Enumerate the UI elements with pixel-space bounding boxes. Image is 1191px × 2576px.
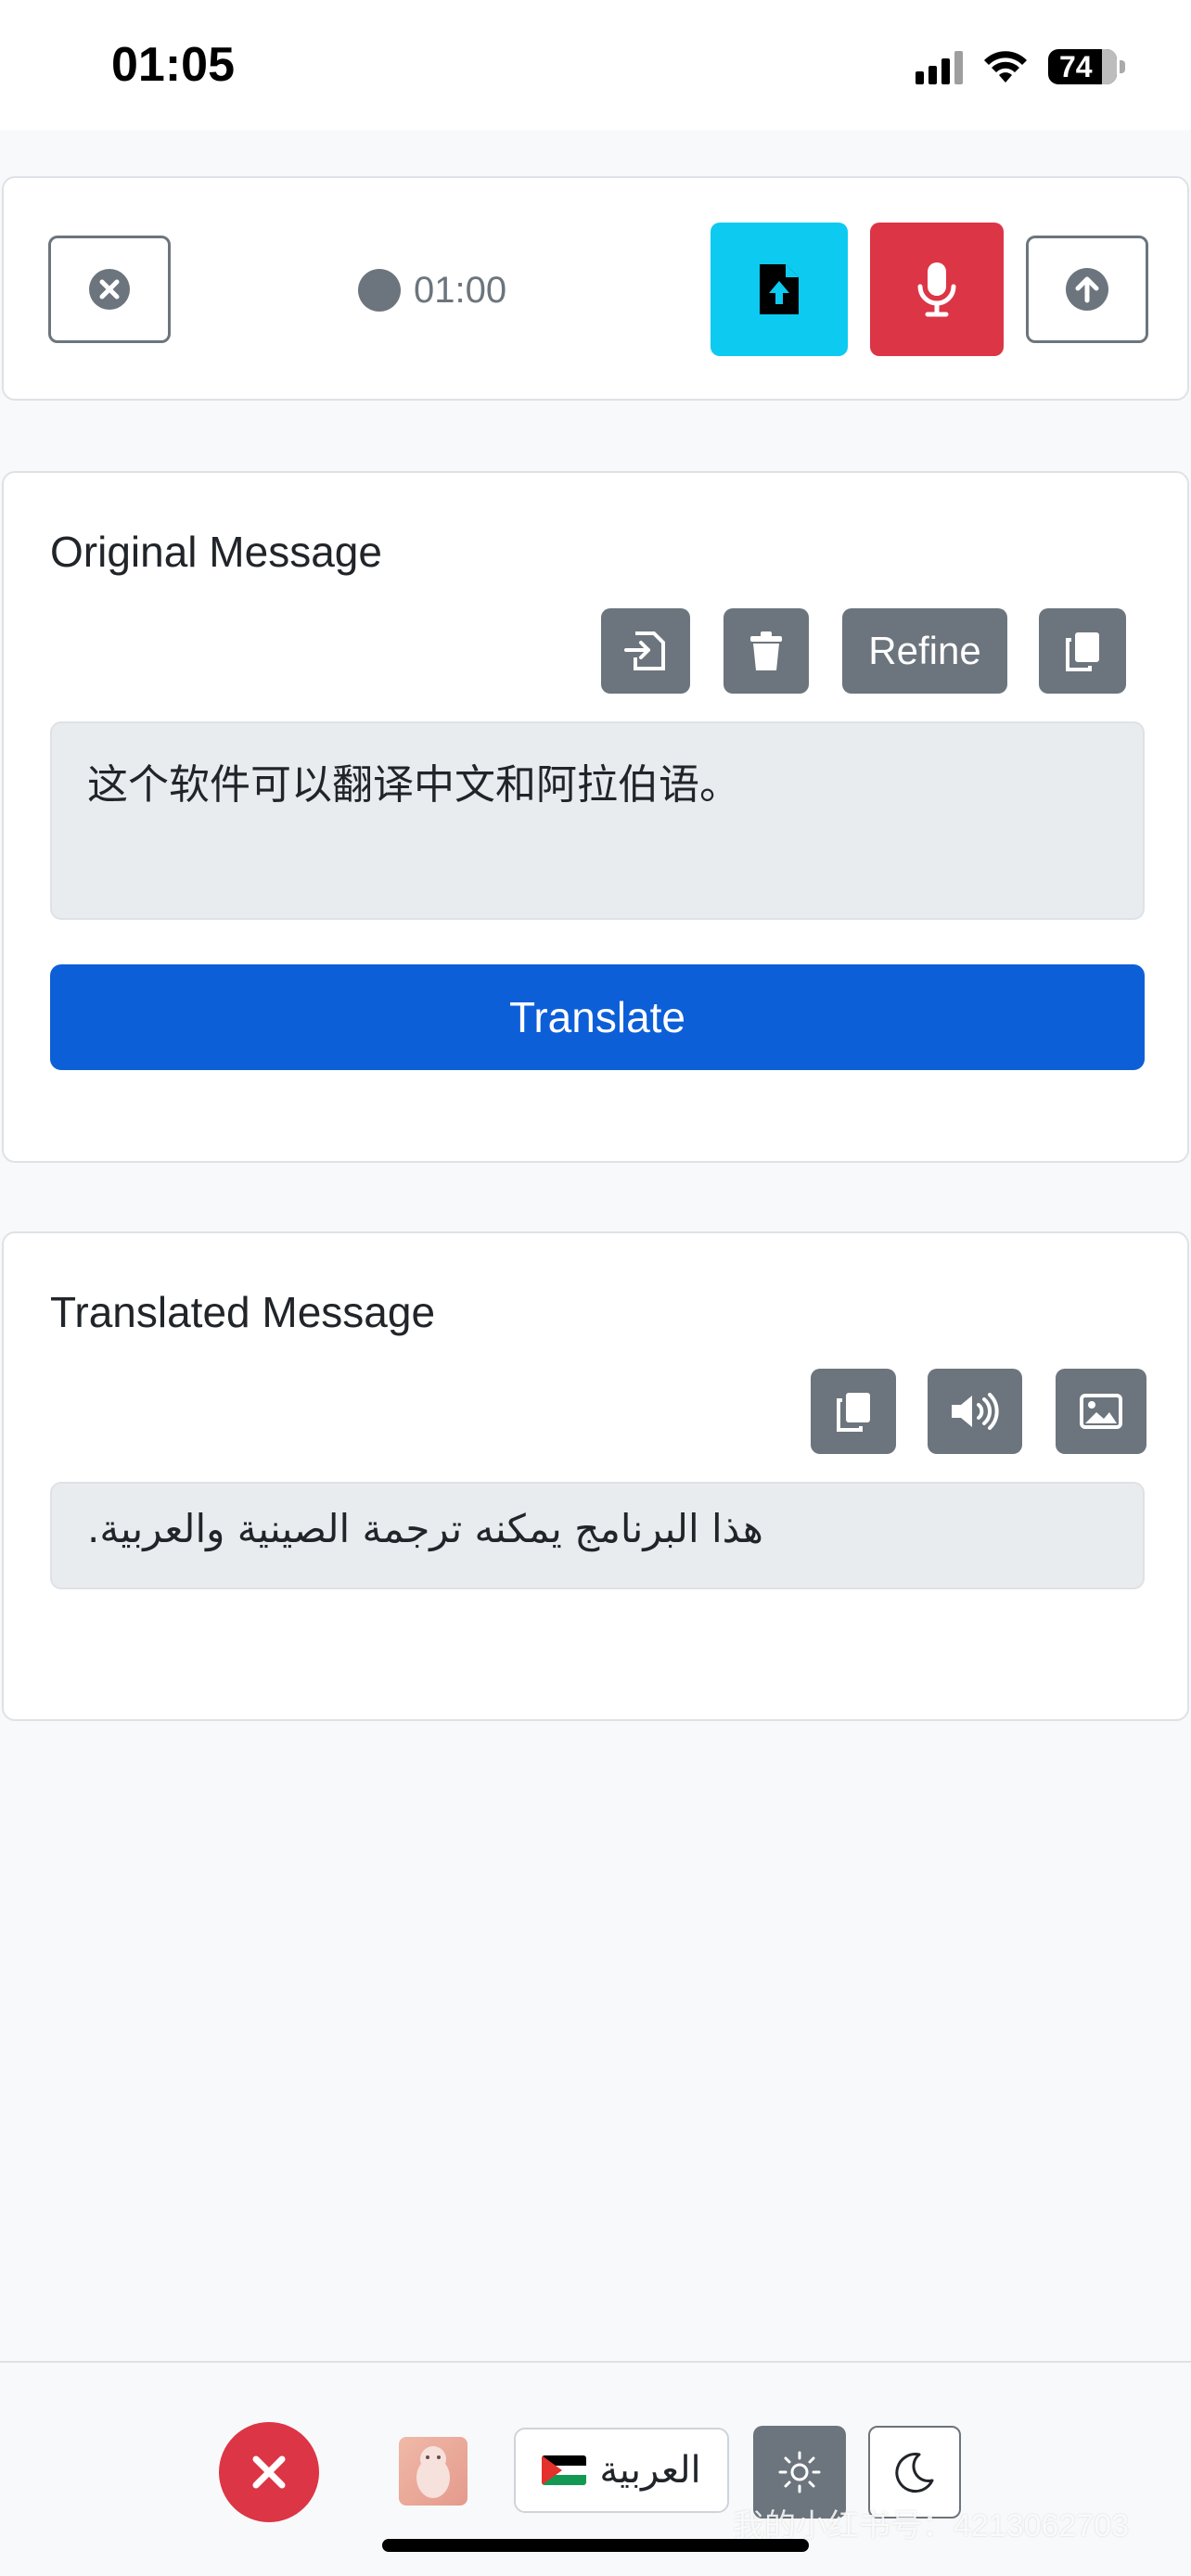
cellular-signal-icon: [916, 49, 963, 84]
microphone-button[interactable]: [870, 223, 1004, 356]
delete-button[interactable]: [724, 608, 809, 694]
speak-button[interactable]: [928, 1369, 1022, 1454]
file-import-icon: [624, 631, 665, 670]
close-circle-icon: [89, 269, 130, 310]
translated-message-title: Translated Message: [50, 1288, 436, 1336]
home-indicator: [382, 2539, 809, 2552]
avatar-image: [416, 2446, 450, 2498]
copy-icon: [1066, 632, 1099, 671]
original-text-input[interactable]: 这个软件可以翻译中文和阿拉伯语。: [50, 721, 1145, 920]
language-label: العربية: [599, 2449, 701, 2492]
palestine-flag-icon: [542, 2455, 587, 2485]
recording-indicator-icon: [358, 269, 401, 312]
volume-icon: [952, 1393, 999, 1430]
close-icon: [252, 2455, 286, 2489]
trash-icon: [750, 631, 782, 670]
image-export-button[interactable]: [1056, 1369, 1146, 1454]
send-button[interactable]: [1026, 236, 1148, 343]
microphone-icon: [917, 262, 956, 317]
status-time: 01:05: [111, 38, 235, 92]
status-icons: 74: [916, 43, 1125, 91]
import-button[interactable]: [601, 608, 690, 694]
close-button[interactable]: [219, 2422, 319, 2522]
battery-icon: 74: [1048, 49, 1125, 84]
language-selector[interactable]: العربية: [514, 2428, 729, 2513]
status-bar: 01:05 74: [0, 0, 1191, 130]
moon-icon: [895, 2453, 934, 2493]
copy-original-button[interactable]: [1039, 608, 1126, 694]
refine-button[interactable]: Refine: [842, 608, 1007, 694]
original-message-card: Original Message Refine 这个软件可以翻译中文和阿拉伯语。…: [2, 471, 1189, 1163]
avatar[interactable]: [399, 2437, 467, 2506]
arrow-up-circle-icon: [1066, 268, 1108, 311]
original-message-title: Original Message: [50, 528, 382, 576]
image-icon: [1080, 1394, 1122, 1429]
recording-timer: 01:00: [358, 267, 506, 313]
copy-icon: [837, 1393, 870, 1432]
file-upload-icon: [760, 264, 799, 314]
recording-time: 01:00: [414, 269, 507, 311]
copy-translation-button[interactable]: [811, 1369, 896, 1454]
sun-icon: [778, 2451, 821, 2493]
translated-text-output: هذا البرنامج يمكنه ترجمة الصينية والعربي…: [50, 1482, 1145, 1589]
cancel-recording-button[interactable]: [48, 236, 171, 343]
recorder-card: 01:00: [2, 176, 1189, 401]
wifi-icon: [984, 51, 1027, 83]
translate-button[interactable]: Translate: [50, 964, 1145, 1070]
upload-file-button[interactable]: [711, 223, 848, 356]
battery-level: 74: [1059, 49, 1093, 83]
translated-message-card: Translated Message هذا البرنامج يمكنه تر…: [2, 1231, 1189, 1721]
